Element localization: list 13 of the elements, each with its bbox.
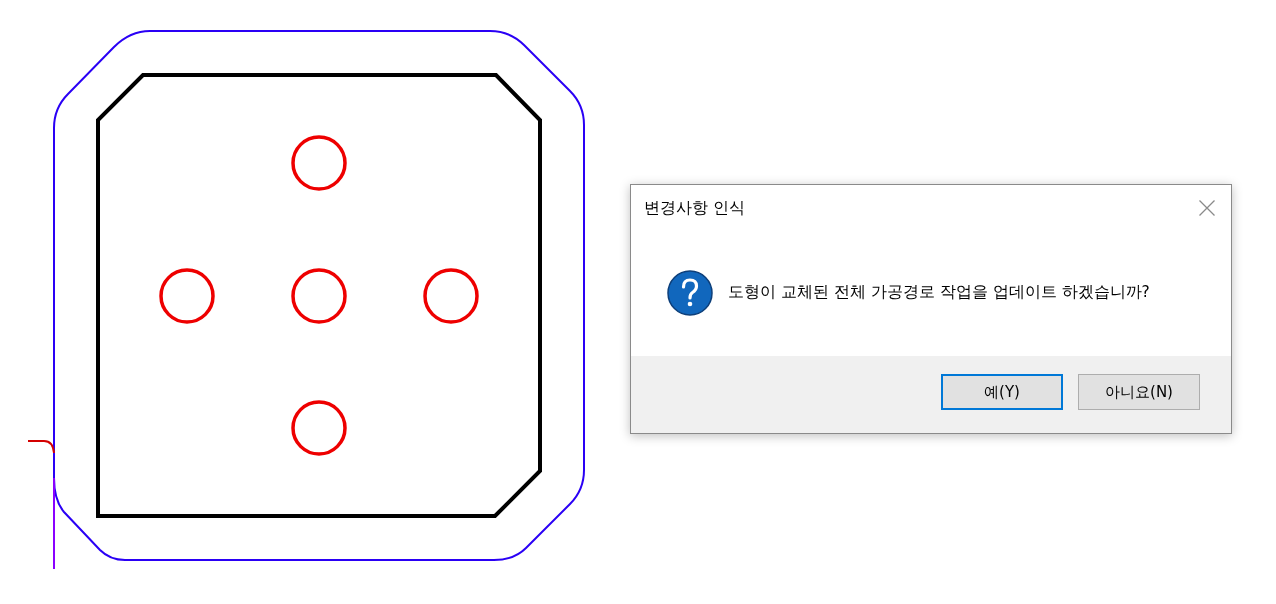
hole-circle [159, 268, 215, 324]
hole-circle [291, 135, 347, 191]
dialog-button[interactable]: 아니요(N) [1078, 374, 1200, 410]
dialog-title: 변경사항 인식 [644, 199, 746, 216]
close-button[interactable] [1198, 199, 1215, 216]
hole-circle [291, 268, 347, 324]
close-icon [1198, 199, 1215, 216]
hole-circle [423, 268, 479, 324]
lead-arc [27, 440, 55, 454]
hole-circle [291, 400, 347, 456]
dialog-button[interactable]: 예(Y) [941, 374, 1063, 410]
message-text: 도형이 교체된 전체 가공경로 작업을 업데이트 하겠습니까? [728, 285, 1150, 301]
question-icon [667, 270, 713, 316]
